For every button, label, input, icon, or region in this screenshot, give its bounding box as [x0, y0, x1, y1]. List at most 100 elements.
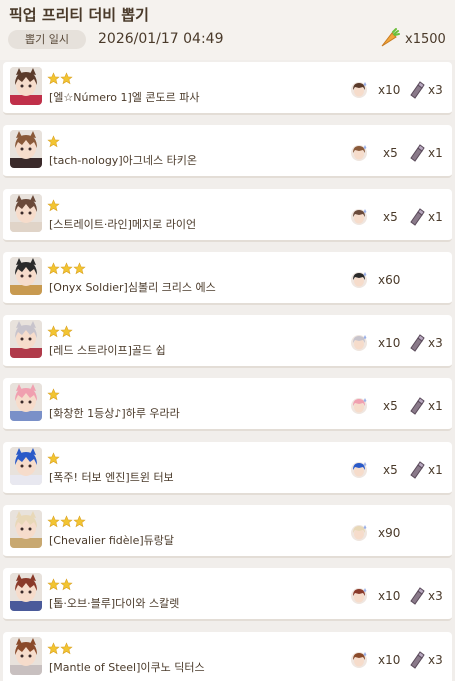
character-avatar [10, 510, 42, 549]
character-avatar [10, 130, 42, 169]
list-item[interactable]: [레드 스트라이프]골드 쉽 x10 x3 [3, 315, 452, 369]
character-count: x10 [378, 83, 401, 97]
piece-icon [409, 334, 425, 352]
character-avatar [10, 320, 42, 359]
rarity-stars [47, 640, 73, 655]
character-avatar [10, 636, 42, 675]
star-icon [73, 262, 86, 275]
list-item[interactable]: [tach-nology]아그네스 타키온 x5 x1 [3, 125, 452, 179]
character-name: [Onyx Soldier]심볼리 크리스 에스 [49, 280, 216, 294]
rarity-stars [47, 576, 73, 591]
character-mini-icon [350, 144, 368, 162]
star-icon [47, 515, 60, 528]
star-icon [73, 515, 86, 528]
star-icon [47, 388, 60, 401]
pickup-list: [엘☆Número 1]엘 콘도르 파사 x10 x3 [tach-nology]아그… [0, 62, 455, 681]
list-item[interactable]: [Onyx Soldier]심볼리 크리스 에스 x60 [3, 251, 452, 305]
character-name: [레드 스트라이프]골드 쉽 [49, 344, 166, 358]
rarity-stars [47, 386, 60, 401]
piece-count: x1 [428, 462, 443, 477]
star-icon [47, 325, 60, 338]
list-item[interactable]: [폭주! 터보 엔진]트윈 터보 x5 x1 [3, 441, 452, 495]
character-mini-icon [350, 271, 368, 289]
list-item[interactable]: [Chevalier fidèle]듀랑달 x90 [3, 505, 452, 559]
rarity-stars [47, 450, 60, 465]
header: 픽업 프리티 더비 뽑기 뽑기 일시 2026/01/17 04:49 x150… [0, 0, 455, 60]
rarity-stars [47, 323, 73, 338]
list-item[interactable]: [Mantle of Steel]이쿠노 딕터스 x10 x3 [3, 631, 452, 681]
star-icon [60, 578, 73, 591]
piece-icon [409, 650, 425, 669]
character-count: x5 [383, 399, 398, 414]
character-avatar [10, 383, 42, 422]
character-name: [엘☆Número 1]엘 콘도르 파사 [49, 91, 200, 104]
star-icon [60, 515, 73, 528]
piece-count: x3 [428, 336, 443, 351]
star-icon [60, 72, 73, 85]
character-avatar [10, 67, 42, 105]
character-mini-icon [350, 587, 368, 605]
character-avatar [10, 573, 42, 612]
character-name: [화창한 1등상♪]하루 우라라 [49, 407, 180, 421]
date-label-badge: 뽑기 일시 [8, 30, 86, 49]
character-count: x5 [383, 146, 398, 161]
piece-icon [409, 397, 425, 416]
character-name: [톱·오브·블루]다이와 스칼렛 [49, 597, 180, 611]
rarity-stars [47, 197, 60, 212]
character-avatar [10, 256, 42, 295]
piece-count: x3 [428, 83, 443, 97]
piece-icon [409, 461, 425, 479]
piece-count: x3 [428, 589, 443, 604]
character-count: x5 [383, 209, 398, 224]
list-item[interactable]: [톱·오브·블루]다이와 스칼렛 x10 x3 [3, 568, 452, 622]
rarity-stars [47, 133, 60, 148]
date-value: 2026/01/17 04:49 [98, 31, 224, 47]
character-name: [Mantle of Steel]이쿠노 딕터스 [49, 660, 205, 674]
character-mini-icon [350, 524, 368, 542]
rarity-stars [47, 260, 86, 275]
character-mini-icon [350, 334, 368, 352]
star-icon [47, 578, 60, 591]
star-icon [47, 642, 60, 655]
character-count: x10 [378, 336, 401, 351]
character-mini-icon [350, 651, 368, 669]
character-mini-icon [350, 81, 368, 99]
star-icon [60, 642, 73, 655]
carrot-icon [381, 28, 400, 47]
rarity-stars [47, 70, 73, 85]
star-icon [47, 262, 60, 275]
piece-count: x1 [428, 209, 443, 224]
star-icon [60, 262, 73, 275]
star-icon [47, 72, 60, 85]
character-count: x90 [378, 526, 401, 541]
character-count: x5 [383, 462, 398, 477]
star-icon [60, 325, 73, 338]
character-name: [tach-nology]아그네스 타키온 [49, 154, 197, 168]
list-item[interactable]: [엘☆Número 1]엘 콘도르 파사 x10 x3 [3, 62, 452, 115]
star-icon [47, 135, 60, 148]
piece-count: x1 [428, 399, 443, 414]
page-title: 픽업 프리티 더비 뽑기 [9, 6, 149, 24]
character-mini-icon [350, 208, 368, 226]
character-count: x60 [378, 272, 401, 287]
star-icon [47, 452, 60, 465]
character-avatar [10, 446, 42, 485]
piece-icon [409, 207, 425, 226]
piece-icon [409, 81, 425, 99]
rarity-stars [47, 513, 86, 528]
character-avatar [10, 193, 42, 232]
star-icon [47, 198, 60, 212]
character-name: [폭주! 터보 엔진]트윈 터보 [49, 470, 174, 484]
character-mini-icon [350, 461, 368, 479]
list-item[interactable]: [화창한 1등상♪]하루 우라라 x5 x1 [3, 378, 452, 432]
piece-count: x1 [428, 146, 443, 161]
character-name: [Chevalier fidèle]듀랑달 [49, 534, 175, 548]
character-name: [스트레이트·라인]메지로 라이언 [49, 217, 197, 231]
list-item[interactable]: [스트레이트·라인]메지로 라이언 x5 x1 [3, 188, 452, 242]
piece-icon [409, 587, 425, 606]
piece-count: x3 [428, 652, 443, 667]
piece-icon [409, 144, 425, 163]
character-mini-icon [350, 397, 368, 415]
character-count: x10 [378, 652, 401, 667]
character-count: x10 [378, 589, 401, 604]
